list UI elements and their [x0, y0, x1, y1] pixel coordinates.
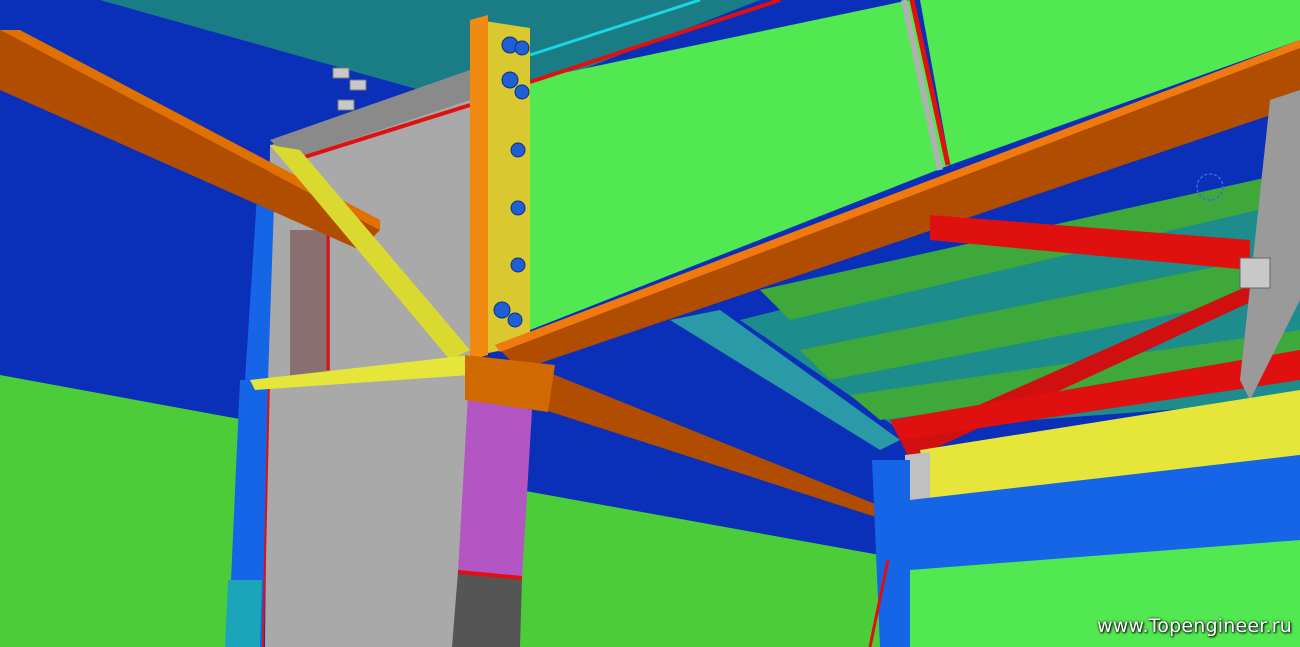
watermark: www.Topengineer.ru: [1096, 615, 1292, 637]
orange-end-plate: [470, 15, 488, 360]
bolt-icon: [510, 142, 526, 158]
bolt-icon: [493, 301, 511, 319]
bolt-icon: [507, 312, 523, 328]
bracket-plate: [1239, 257, 1271, 289]
bolt-icon: [514, 40, 530, 56]
dark-stub-base: [452, 572, 522, 647]
gray-column-inner: [290, 230, 330, 380]
teal-column-base: [225, 580, 262, 647]
green-floor-left: [0, 375, 245, 647]
nut-icon: [332, 67, 350, 79]
magenta-stub: [458, 395, 532, 578]
bolt-icon: [510, 200, 526, 216]
bolt-icon: [510, 257, 526, 273]
bolt-icon: [501, 71, 519, 89]
nut-icon: [337, 99, 355, 111]
bolt-icon: [514, 84, 530, 100]
steel-structure-scene: [0, 0, 1300, 647]
nut-icon: [349, 79, 367, 91]
